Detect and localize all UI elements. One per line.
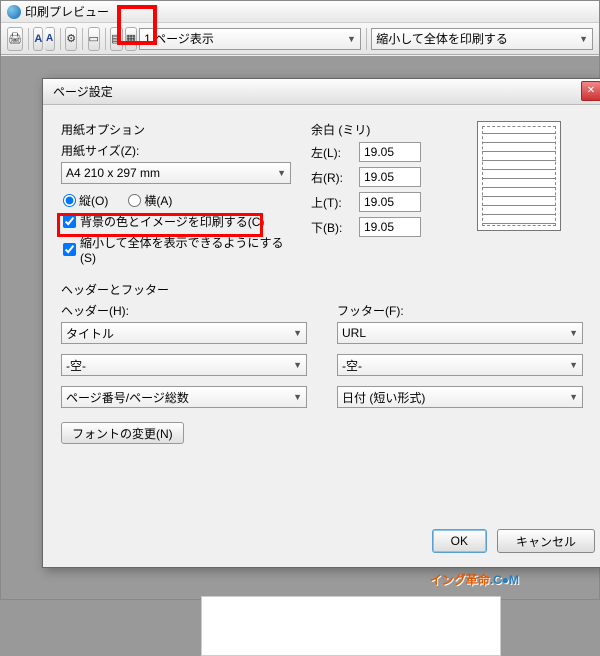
- cancel-button[interactable]: キャンセル: [497, 529, 595, 553]
- headers-icon[interactable]: ▭: [88, 27, 100, 51]
- footer-label: フッター(F):: [337, 302, 583, 319]
- margins-group: 余白 (ミリ) 左(L): 右(R): 上(T): 下(B):: [311, 121, 451, 267]
- window-title: 印刷プレビュー: [25, 3, 109, 20]
- change-font-button[interactable]: フォントの変更(N): [61, 422, 184, 444]
- header-select-2[interactable]: -空-: [61, 354, 307, 376]
- dialog-title-bar: ページ設定 ✕: [43, 79, 600, 105]
- margin-top-input[interactable]: [359, 192, 421, 212]
- header-footer-group: ヘッダーとフッター ヘッダー(H): タイトル -空- ページ番号/ページ総数 …: [61, 281, 583, 444]
- title-bar: 印刷プレビュー: [1, 1, 599, 23]
- print-icon[interactable]: 🖨: [7, 27, 23, 51]
- margin-bottom-label: 下(B):: [311, 219, 355, 236]
- landscape-icon[interactable]: A: [45, 27, 54, 51]
- header-label: ヘッダー(H):: [61, 302, 307, 319]
- margin-left-input[interactable]: [359, 142, 421, 162]
- paper-group-label: 用紙オプション: [61, 121, 291, 138]
- header-select-1[interactable]: タイトル: [61, 322, 307, 344]
- orientation-landscape[interactable]: 横(A): [128, 192, 172, 209]
- preview-column: [471, 121, 583, 267]
- paper-size-label: 用紙サイズ(Z):: [61, 142, 291, 159]
- footer-select-1[interactable]: URL: [337, 322, 583, 344]
- highlight-box-checkbox: [57, 213, 263, 237]
- ok-button[interactable]: OK: [432, 529, 487, 553]
- paper-size-select[interactable]: A4 210 x 297 mm: [61, 162, 291, 184]
- page-setup-dialog: ページ設定 ✕ 用紙オプション 用紙サイズ(Z): A4 210 x 297 m…: [42, 78, 600, 568]
- page-preview-bg: [201, 596, 501, 656]
- shrink-view-label: 縮小して全体を表示できるようにする(S): [80, 234, 291, 265]
- hf-group-label: ヘッダーとフッター: [61, 281, 583, 298]
- ie-icon: [7, 5, 21, 19]
- toolbar: 🖨 A A ⚙ ▭ ▤ ▦ 1 ページ表示 縮小して全体を印刷する: [1, 23, 599, 55]
- shrink-select[interactable]: 縮小して全体を印刷する: [371, 28, 593, 50]
- margin-right-label: 右(R):: [311, 169, 355, 186]
- page-setup-icon[interactable]: ⚙: [65, 27, 77, 51]
- footer-select-2[interactable]: -空-: [337, 354, 583, 376]
- footer-select-3[interactable]: 日付 (短い形式): [337, 386, 583, 408]
- page-display-select[interactable]: 1 ページ表示: [139, 28, 361, 50]
- paper-options: 用紙オプション 用紙サイズ(Z): A4 210 x 297 mm 縦(O) 横…: [61, 121, 291, 267]
- margin-bottom-input[interactable]: [359, 217, 421, 237]
- page-preview-thumb: [477, 121, 561, 231]
- dialog-title: ページ設定: [53, 85, 113, 99]
- margins-group-label: 余白 (ミリ): [311, 121, 451, 138]
- margin-top-label: 上(T):: [311, 194, 355, 211]
- logo: イング革命.C●M: [430, 571, 519, 589]
- margin-right-input[interactable]: [359, 167, 421, 187]
- highlight-box-gear: [117, 5, 157, 45]
- orientation-portrait[interactable]: 縦(O): [63, 192, 108, 209]
- header-select-3[interactable]: ページ番号/ページ総数: [61, 386, 307, 408]
- close-icon[interactable]: ✕: [581, 81, 600, 101]
- margin-left-label: 左(L):: [311, 144, 355, 161]
- shrink-view-checkbox[interactable]: [63, 243, 76, 256]
- portrait-icon[interactable]: A: [33, 27, 43, 51]
